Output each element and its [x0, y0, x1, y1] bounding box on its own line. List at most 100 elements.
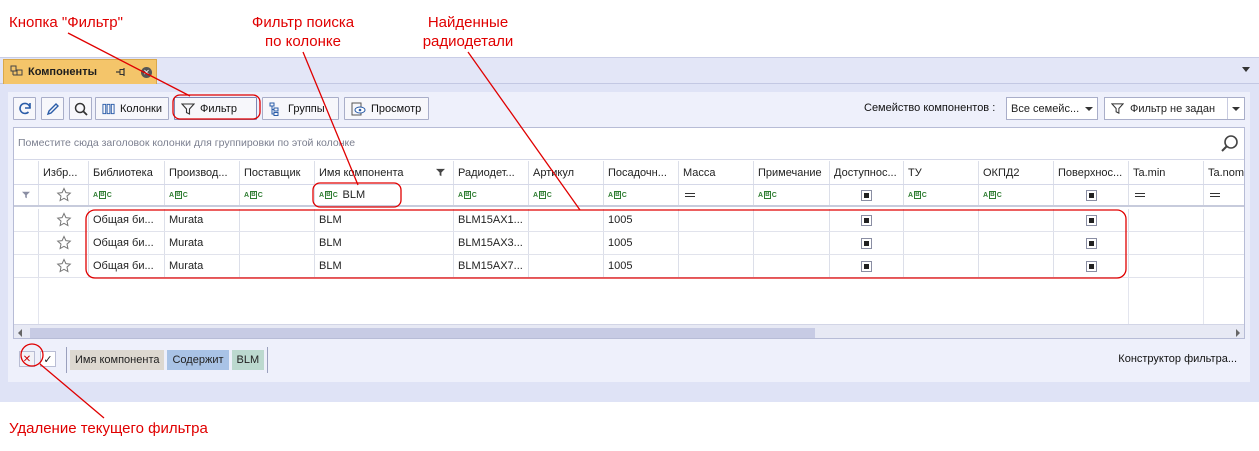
row-indicator-header	[14, 161, 39, 184]
footprint-filter-cell[interactable]: ABC	[604, 185, 679, 205]
checkbox[interactable]	[1085, 189, 1097, 201]
component-name-filter-cell[interactable]: ABC BLM	[315, 185, 454, 205]
column-header-note[interactable]: Примечание	[754, 161, 830, 184]
row-indicator[interactable]	[14, 209, 39, 231]
pin-icon[interactable]	[115, 66, 127, 78]
tu-cell	[904, 255, 979, 277]
availability-cell[interactable]	[830, 255, 904, 277]
mass-cell	[679, 232, 754, 254]
checkbox[interactable]	[861, 237, 872, 249]
filter-field-token[interactable]: Имя компонента	[70, 350, 165, 370]
part-cell: BLM15AX1...	[454, 209, 529, 231]
columns-button[interactable]: Колонки	[95, 97, 169, 120]
filter-builder-link[interactable]: Конструктор фильтра...	[1118, 353, 1237, 365]
checkbox[interactable]	[1085, 237, 1097, 249]
surface-cell[interactable]	[1054, 232, 1129, 254]
chevron-down-icon	[1085, 106, 1093, 111]
favorite-filter-cell[interactable]	[39, 185, 89, 205]
close-tab-icon[interactable]: ✕	[140, 66, 152, 78]
surface-cell[interactable]	[1054, 209, 1129, 231]
chevron-down-icon	[1232, 106, 1240, 111]
checkbox[interactable]	[861, 189, 872, 201]
availability-cell[interactable]	[830, 209, 904, 231]
favorite-cell[interactable]	[39, 232, 89, 254]
column-filter-icon[interactable]	[436, 168, 445, 177]
favorite-cell[interactable]	[39, 255, 89, 277]
library-filter-cell[interactable]: ABC	[89, 185, 165, 205]
supplier-cell	[240, 209, 315, 231]
column-header-ta-nom[interactable]: Ta.nom	[1204, 161, 1244, 184]
column-header-supplier[interactable]: Поставщик	[240, 161, 315, 184]
filter-value-token[interactable]: BLM	[231, 350, 265, 370]
search-icon[interactable]	[1220, 134, 1240, 157]
column-header-footprint[interactable]: Посадочн...	[604, 161, 679, 184]
surface-cell[interactable]	[1054, 255, 1129, 277]
table-row[interactable]: Общая би... Murata BLM BLM15AX7... 1005	[14, 255, 1244, 278]
column-header-okpd2[interactable]: ОКПД2	[979, 161, 1054, 184]
edit-button[interactable]	[41, 97, 64, 120]
text-filter-icon: ABC	[908, 191, 927, 199]
footprint-cell: 1005	[604, 255, 679, 277]
equals-icon	[1135, 193, 1145, 197]
article-filter-cell[interactable]: ABC	[529, 185, 604, 205]
row-indicator[interactable]	[14, 232, 39, 254]
column-header-manufacturer[interactable]: Производ...	[165, 161, 240, 184]
refresh-button[interactable]	[13, 97, 36, 120]
filter-button[interactable]: Фильтр	[174, 97, 257, 120]
ta-min-filter-cell[interactable]	[1129, 185, 1204, 205]
filter-enabled-checkbox[interactable]: ✓	[40, 351, 56, 367]
filter-expression[interactable]: Имя компонента Содержит BLM	[66, 347, 269, 373]
checkbox[interactable]	[861, 214, 872, 226]
components-icon	[10, 64, 24, 80]
filter-label: Фильтр	[200, 102, 237, 115]
favorite-cell[interactable]	[39, 209, 89, 231]
mass-filter-cell[interactable]	[679, 185, 754, 205]
clear-filter-button[interactable]: ✕	[19, 351, 35, 367]
column-header-ta-min[interactable]: Ta.min	[1129, 161, 1204, 184]
part-filter-cell[interactable]: ABC	[454, 185, 529, 205]
tab-components[interactable]: Компоненты ✕	[3, 59, 157, 84]
column-header-favorite[interactable]: Избр...	[39, 161, 89, 184]
column-header-article[interactable]: Артикул	[529, 161, 604, 184]
column-header-tu[interactable]: ТУ	[904, 161, 979, 184]
availability-filter-cell[interactable]	[830, 185, 904, 205]
checkbox[interactable]	[1085, 260, 1097, 272]
availability-cell[interactable]	[830, 232, 904, 254]
component-name-filter-value: BLM	[342, 189, 366, 201]
tu-cell	[904, 209, 979, 231]
manufacturer-filter-cell[interactable]: ABC	[165, 185, 240, 205]
column-header-part[interactable]: Радиодет...	[454, 161, 529, 184]
note-filter-cell[interactable]: ABC	[754, 185, 830, 205]
tu-filter-cell[interactable]: ABC	[904, 185, 979, 205]
horizontal-scrollbar[interactable]	[14, 324, 1244, 338]
filter-status-dropdown-arrow[interactable]	[1227, 98, 1244, 119]
scroll-left-icon[interactable]	[18, 329, 22, 337]
scrollbar-thumb[interactable]	[30, 328, 815, 338]
okpd2-filter-cell[interactable]: ABC	[979, 185, 1054, 205]
column-header-library[interactable]: Библиотека	[89, 161, 165, 184]
groups-button[interactable]: Группы	[262, 97, 339, 120]
ta-nom-filter-cell[interactable]	[1204, 185, 1244, 205]
filter-operator-token[interactable]: Содержит	[167, 350, 229, 370]
surface-filter-cell[interactable]	[1054, 185, 1129, 205]
column-header-component-name[interactable]: Имя компонента	[315, 161, 454, 184]
column-header-mass[interactable]: Масса	[679, 161, 754, 184]
column-header-surface[interactable]: Поверхнос...	[1054, 161, 1129, 184]
supplier-filter-cell[interactable]: ABC	[240, 185, 315, 205]
filter-status-label: Фильтр не задан	[1130, 102, 1216, 115]
checkbox[interactable]	[1085, 214, 1097, 226]
table-row[interactable]: Общая би... Murata BLM BLM15AX3... 1005	[14, 232, 1244, 255]
checkbox[interactable]	[861, 260, 872, 272]
found-parts-annotation-line1: Найденные	[427, 14, 509, 31]
search-button[interactable]	[69, 97, 92, 120]
scroll-right-icon[interactable]	[1236, 329, 1240, 337]
filter-panel: ✕ ✓ Имя компонента Содержит BLM Конструк…	[13, 341, 1245, 378]
table-row[interactable]: Общая би... Murata BLM BLM15AX1... 1005	[14, 209, 1244, 232]
preview-button[interactable]: Просмотр	[344, 97, 429, 120]
chevron-down-icon[interactable]	[1242, 67, 1250, 72]
filter-status-dropdown[interactable]: Фильтр не задан	[1104, 97, 1245, 120]
family-select[interactable]: Все семейс...	[1006, 97, 1098, 120]
column-header-availability[interactable]: Доступнос...	[830, 161, 904, 184]
row-indicator[interactable]	[14, 255, 39, 277]
group-by-panel[interactable]: Поместите сюда заголовок колонки для гру…	[14, 128, 1244, 160]
